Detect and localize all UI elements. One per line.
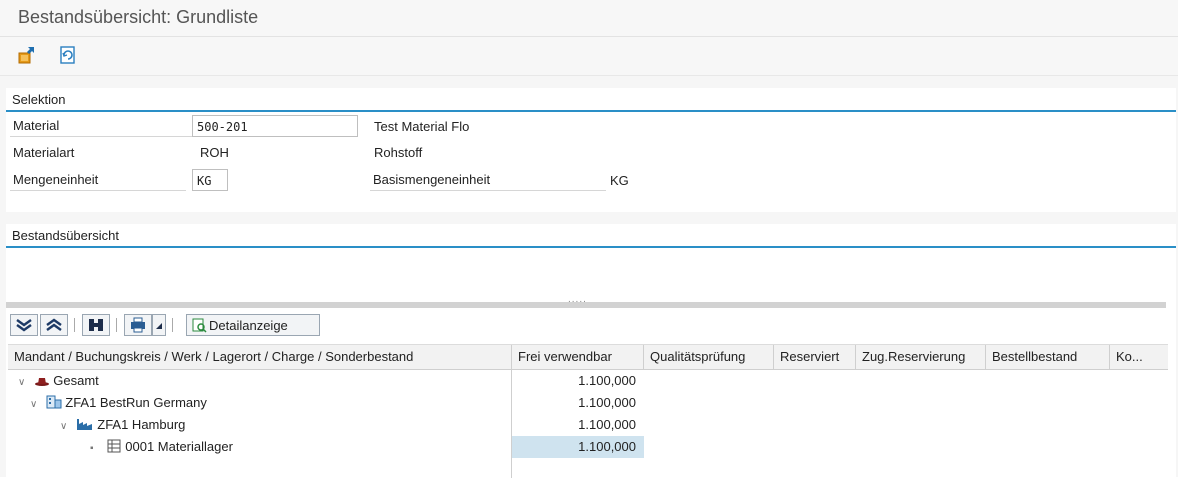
collapse-all-button[interactable]: [40, 314, 68, 336]
tree-node-company-code[interactable]: ∨ ZFA1 BestRun Germany: [30, 392, 207, 414]
tree-node-storage-location[interactable]: ▪ 0001 Materiallager: [90, 436, 233, 458]
find-button[interactable]: [82, 314, 110, 336]
row-label: Gesamt: [53, 373, 99, 388]
export-icon[interactable]: [16, 44, 38, 66]
shelf-icon: [106, 438, 122, 460]
hat-icon: [34, 372, 50, 394]
column-header-bestellbestand[interactable]: Bestellbestand: [986, 345, 1110, 369]
basismengeneinheit-label: Basismengeneinheit: [370, 170, 606, 191]
main-area: Selektion Material 500-201 Test Material…: [0, 76, 1178, 478]
table-row[interactable]: ▪ 0001 Materiallager 1.100,000: [8, 436, 1168, 458]
selektion-header: Selektion: [6, 88, 1176, 112]
splitter-grip: .....: [568, 294, 587, 305]
materialart-value: ROH: [200, 145, 229, 160]
page-title: Bestandsübersicht: Grundliste: [18, 7, 259, 27]
selektion-group: Selektion Material 500-201 Test Material…: [6, 88, 1176, 212]
column-header-qualitaetspruefung[interactable]: Qualitätsprüfung: [644, 345, 774, 369]
materialart-description: Rohstoff: [374, 145, 423, 160]
column-header-hierarchy[interactable]: Mandant / Buchungskreis / Werk / Lageror…: [8, 345, 512, 369]
basismengeneinheit-label-text: Basismengeneinheit: [373, 172, 491, 187]
material-description: Test Material Flo: [374, 119, 470, 134]
table-row[interactable]: ∨ ZFA1 BestRun Germany 1.100,000: [8, 392, 1168, 414]
chevron-down-icon[interactable]: ∨: [18, 372, 30, 394]
toolbar-separator: [74, 318, 75, 332]
toolbar-separator: [172, 318, 173, 332]
tree-node-gesamt[interactable]: ∨ Gesamt: [18, 370, 99, 392]
building-icon: [46, 394, 62, 416]
mengeneinheit-label: Mengeneinheit: [10, 170, 186, 191]
tree-node-plant[interactable]: ∨ ZFA1 Hamburg: [60, 414, 185, 436]
detailanzeige-label: Detailanzeige: [209, 318, 288, 333]
frei-verwendbar-cell[interactable]: 1.100,000: [512, 392, 644, 414]
chevron-down-icon[interactable]: ∨: [30, 394, 42, 416]
chevron-down-icon[interactable]: ∨: [60, 416, 72, 438]
toolbar-separator: [116, 318, 117, 332]
leaf-bullet-icon: ▪: [90, 443, 94, 454]
refresh-icon[interactable]: [56, 44, 78, 66]
frei-verwendbar-cell-selected[interactable]: 1.100,000: [512, 436, 644, 458]
title-bar: Bestandsübersicht: Grundliste: [0, 0, 1178, 37]
column-header-reserviert[interactable]: Reserviert: [774, 345, 856, 369]
table-row[interactable]: ∨ ZFA1 Hamburg 1.100,000: [8, 414, 1168, 436]
selektion-title: Selektion: [12, 92, 66, 107]
row-label: ZFA1 BestRun Germany: [65, 395, 207, 410]
materialart-label: Materialart: [13, 145, 75, 160]
column-header-frei-verwendbar[interactable]: Frei verwendbar: [512, 345, 644, 369]
material-input[interactable]: 500-201: [192, 115, 358, 137]
splitter-handle[interactable]: .....: [6, 294, 1166, 308]
factory-icon: [76, 416, 94, 438]
bestandsuebersicht-title: Bestandsübersicht: [12, 228, 119, 243]
column-header-ko[interactable]: Ko...: [1110, 345, 1160, 369]
frei-verwendbar-cell[interactable]: 1.100,000: [512, 414, 644, 436]
frei-verwendbar-cell[interactable]: 1.100,000: [512, 370, 644, 392]
table-row[interactable]: ∨ Gesamt 1.100,000: [8, 370, 1168, 392]
bestandsuebersicht-header: Bestandsübersicht: [6, 224, 1176, 248]
material-label: Material: [10, 116, 194, 137]
print-dropdown-button[interactable]: [152, 314, 166, 336]
grid-header: Mandant / Buchungskreis / Werk / Lageror…: [8, 344, 1168, 370]
detailanzeige-button[interactable]: Detailanzeige: [186, 314, 320, 336]
application-toolbar: [0, 37, 1178, 76]
mengeneinheit-input[interactable]: KG: [192, 169, 228, 191]
column-header-zug-reservierung[interactable]: Zug.Reservierung: [856, 345, 986, 369]
detail-icon: [191, 317, 207, 336]
row-label: 0001 Materiallager: [125, 439, 233, 454]
expand-all-button[interactable]: [10, 314, 38, 336]
basismengeneinheit-value: KG: [610, 173, 629, 188]
material-label-text: Material: [13, 118, 60, 133]
print-button[interactable]: [124, 314, 152, 336]
row-label: ZFA1 Hamburg: [97, 417, 186, 432]
mengeneinheit-label-text: Mengeneinheit: [13, 172, 99, 187]
